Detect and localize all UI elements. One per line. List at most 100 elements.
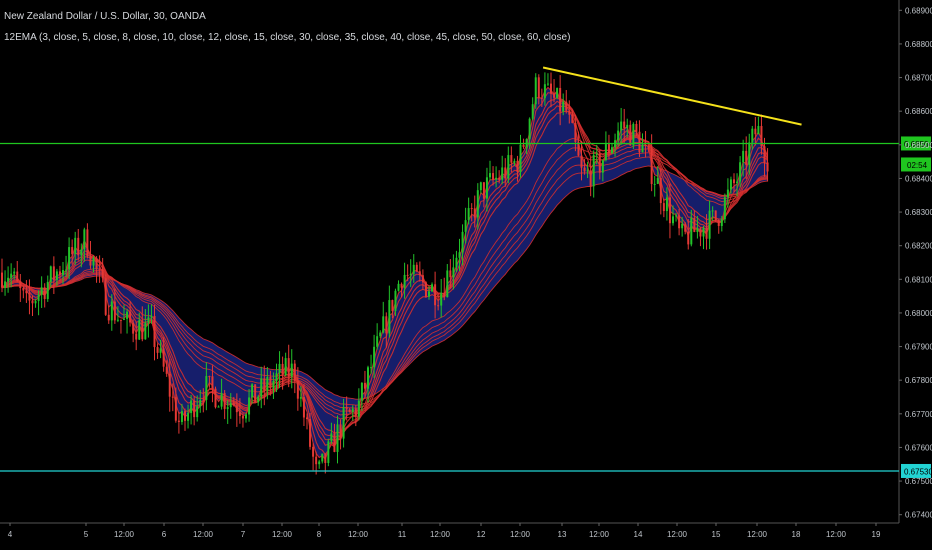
price-axis[interactable]: 0.685040.6753002:540.689000.688000.68700… bbox=[899, 6, 932, 520]
price-tick-label: 0.68400 bbox=[905, 174, 932, 183]
candle-body bbox=[681, 223, 684, 229]
candle-body bbox=[62, 270, 64, 275]
candle-body bbox=[702, 227, 705, 237]
candle-body bbox=[586, 170, 589, 172]
candle-body bbox=[174, 397, 177, 421]
candle-body bbox=[22, 288, 25, 291]
candle-body bbox=[522, 144, 525, 147]
price-tick-label: 0.68800 bbox=[905, 40, 932, 49]
candle-body bbox=[229, 403, 232, 408]
candle bbox=[507, 146, 510, 184]
candle-body bbox=[345, 407, 348, 410]
candle-body bbox=[336, 424, 339, 452]
price-tick-label: 0.67800 bbox=[905, 376, 932, 385]
candle bbox=[217, 405, 220, 408]
candle-body bbox=[98, 268, 101, 270]
candle-body bbox=[58, 271, 61, 275]
candle-body bbox=[132, 322, 135, 334]
candle-body bbox=[351, 408, 354, 412]
candle-body bbox=[7, 277, 10, 282]
candle-body bbox=[278, 363, 281, 374]
candle bbox=[446, 264, 449, 298]
candle-body bbox=[330, 433, 333, 442]
candle bbox=[28, 279, 31, 315]
candle-body bbox=[458, 252, 461, 258]
candle-body bbox=[501, 167, 504, 180]
candle-body bbox=[275, 373, 278, 381]
candle-body bbox=[46, 281, 49, 299]
candle bbox=[653, 175, 656, 197]
candle-body bbox=[668, 197, 671, 224]
chart-area[interactable]: 0.68504 0.67530 02:54 0.68900 0.68800 0.68700… bbox=[0, 0, 932, 550]
price-tick-label: 0.67500 bbox=[905, 477, 932, 486]
time-axis[interactable]: 4 5 12:00 6 12:00 7 12:00 8 12:00 11 12:00 12 12:00 1… bbox=[8, 523, 881, 539]
price-tick-label: 0.68100 bbox=[905, 275, 932, 284]
candle-body bbox=[251, 384, 254, 398]
candle-body bbox=[412, 264, 415, 274]
candle bbox=[757, 116, 760, 135]
candle-body bbox=[272, 380, 275, 389]
candle-body bbox=[440, 292, 443, 306]
candle bbox=[531, 97, 534, 121]
candle bbox=[245, 413, 247, 423]
candle-body bbox=[711, 210, 714, 212]
candle-body bbox=[482, 182, 485, 199]
time-tick-label: 14 bbox=[634, 530, 643, 539]
candle-body bbox=[705, 227, 708, 239]
candle-body bbox=[498, 177, 501, 180]
candle-body bbox=[55, 271, 58, 281]
candle-body bbox=[385, 316, 388, 334]
candle bbox=[443, 277, 446, 301]
candle-body bbox=[309, 419, 312, 447]
candle-body bbox=[373, 346, 376, 368]
candle-body bbox=[571, 114, 574, 123]
trendline-layer[interactable] bbox=[542, 66, 802, 126]
candle-body bbox=[190, 400, 193, 414]
price-tick-label: 0.68900 bbox=[905, 6, 932, 15]
candle-body bbox=[659, 177, 662, 204]
candle bbox=[388, 285, 391, 338]
candle-body bbox=[318, 461, 321, 465]
candle-body bbox=[421, 275, 424, 283]
candle-body bbox=[159, 348, 162, 353]
candle bbox=[126, 308, 129, 334]
candle-body bbox=[656, 177, 659, 184]
candle-body bbox=[150, 315, 153, 318]
candle-body bbox=[162, 348, 165, 367]
candle-body bbox=[360, 382, 363, 401]
candle-body bbox=[675, 215, 678, 217]
candle-body bbox=[461, 231, 464, 253]
candle-body bbox=[415, 264, 418, 272]
candle bbox=[629, 120, 632, 146]
candle-body bbox=[284, 358, 287, 376]
candle bbox=[382, 301, 385, 334]
candle-body bbox=[290, 363, 293, 377]
candle-body bbox=[568, 110, 571, 115]
candle-body bbox=[726, 189, 729, 198]
candle-body bbox=[443, 292, 446, 298]
candle-body bbox=[714, 210, 717, 220]
candle-body bbox=[464, 220, 467, 232]
candle bbox=[119, 319, 122, 334]
chart-canvas[interactable]: 0.685040.6753002:540.689000.688000.68700… bbox=[0, 0, 932, 550]
candle-body bbox=[519, 144, 522, 173]
candle-body bbox=[260, 378, 263, 397]
candle-body bbox=[147, 317, 150, 323]
candle bbox=[546, 73, 549, 87]
candle-body bbox=[510, 155, 513, 163]
candle-body bbox=[739, 162, 742, 182]
candle-body bbox=[574, 122, 577, 142]
price-tick-label: 0.67600 bbox=[905, 443, 932, 452]
candle-body bbox=[370, 367, 373, 369]
candle bbox=[327, 438, 330, 467]
time-tick-label: 12:00 bbox=[348, 530, 369, 539]
candle bbox=[223, 390, 226, 420]
candle-body bbox=[550, 83, 552, 94]
candle bbox=[589, 157, 592, 197]
candle-body bbox=[86, 229, 89, 257]
candle-body bbox=[101, 269, 104, 279]
candle bbox=[107, 305, 110, 324]
time-tick-label: 12 bbox=[477, 530, 486, 539]
indicator-legend[interactable]: 12EMA (3, close, 5, close, 8, close, 10,… bbox=[4, 32, 570, 43]
candle-body bbox=[199, 399, 202, 407]
